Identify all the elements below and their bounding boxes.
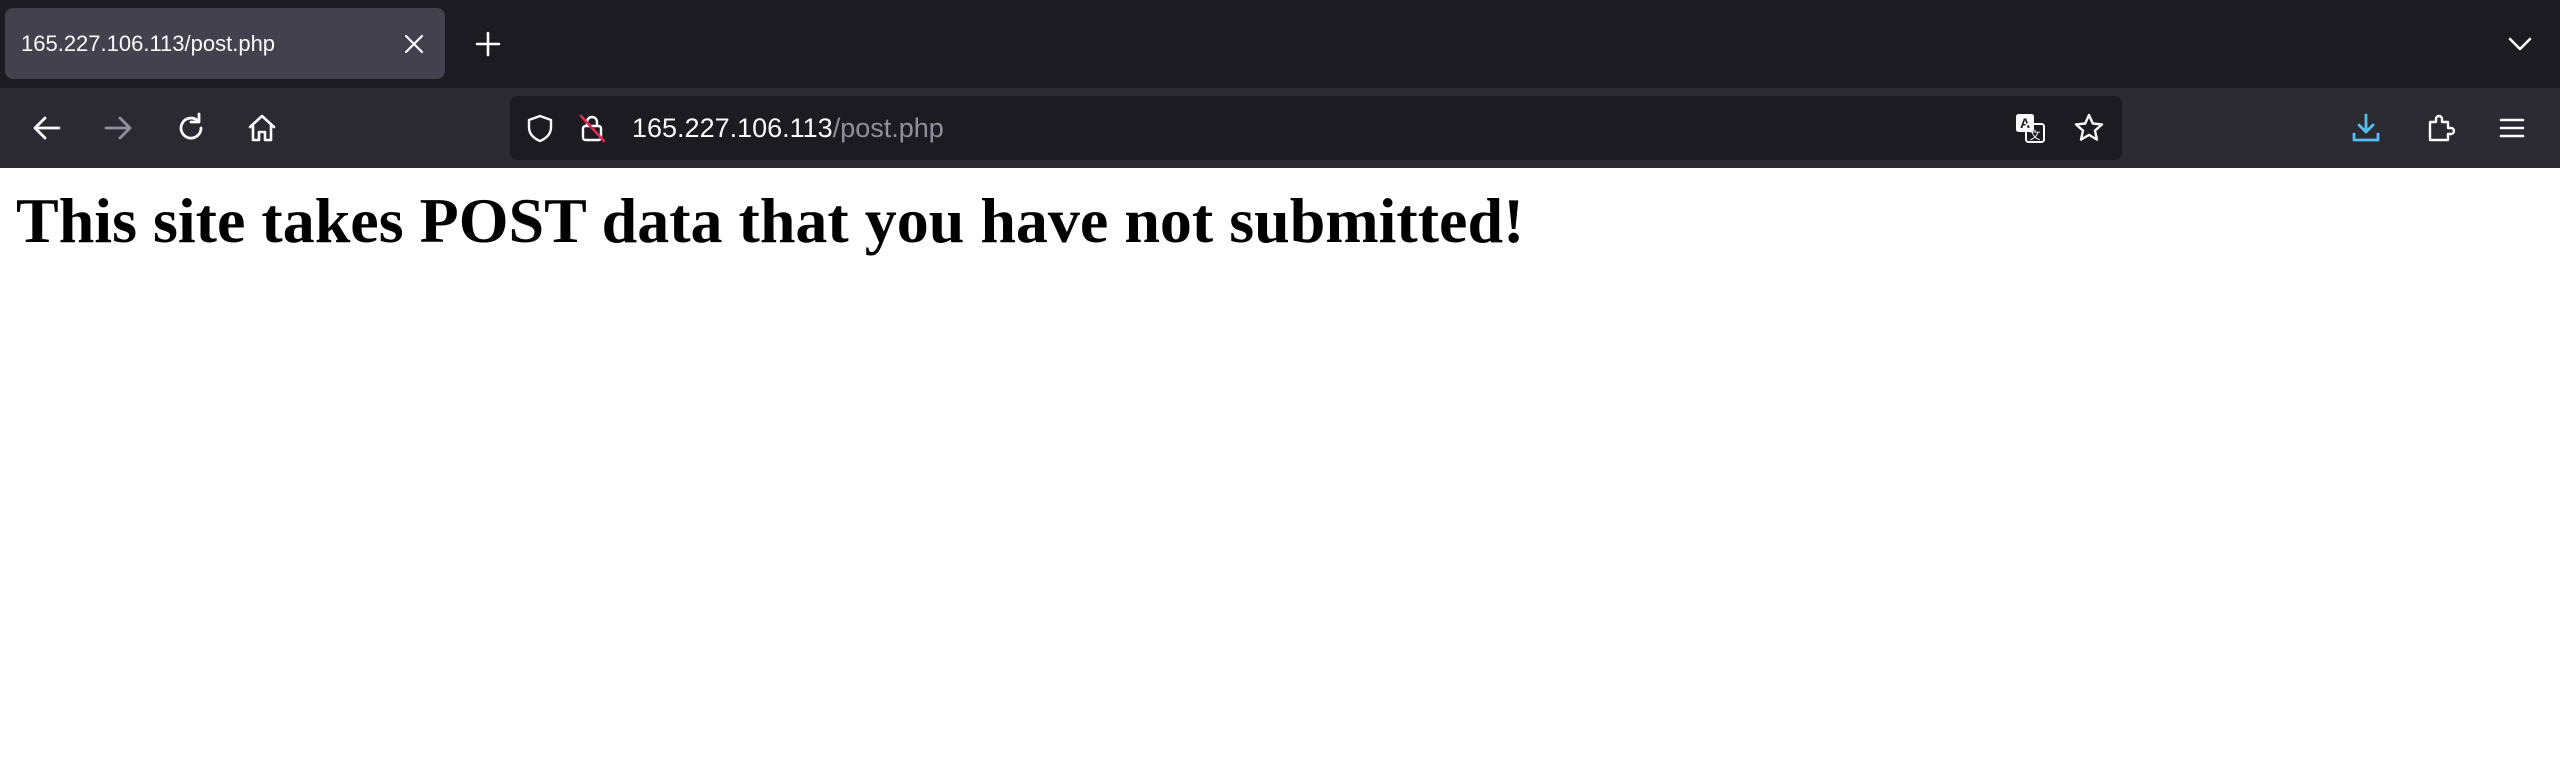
page-content: This site takes POST data that you have … <box>0 168 2560 766</box>
url-text: 165.227.106.113/post.php <box>632 96 944 160</box>
url-bar[interactable]: 165.227.106.113/post.php A文 <box>510 96 2122 160</box>
arrow-left-icon[interactable] <box>27 108 67 148</box>
hamburger-menu-icon[interactable] <box>2492 108 2532 148</box>
url-path: /post.php <box>832 113 944 143</box>
svg-text:文: 文 <box>2030 128 2041 142</box>
active-tab[interactable]: 165.227.106.113/post.php <box>5 8 445 79</box>
tab-strip: 165.227.106.113/post.php <box>0 0 2560 88</box>
reload-icon[interactable] <box>171 108 211 148</box>
puzzle-icon[interactable] <box>2420 108 2460 148</box>
star-icon[interactable] <box>2073 112 2105 144</box>
tab-title: 165.227.106.113/post.php <box>21 31 276 56</box>
lock-crossed-icon[interactable] <box>576 112 608 144</box>
close-icon[interactable] <box>401 31 427 57</box>
arrow-right-icon[interactable] <box>98 108 138 148</box>
translate-icon[interactable]: A文 <box>2014 112 2046 144</box>
download-icon[interactable] <box>2346 108 2386 148</box>
url-host: 165.227.106.113 <box>632 113 833 143</box>
shield-icon[interactable] <box>524 112 556 144</box>
page-heading: This site takes POST data that you have … <box>16 185 1525 256</box>
chevron-down-icon[interactable] <box>2502 26 2538 62</box>
plus-icon[interactable] <box>470 26 506 62</box>
home-icon[interactable] <box>242 108 282 148</box>
navigation-toolbar: 165.227.106.113/post.php A文 <box>0 88 2560 168</box>
